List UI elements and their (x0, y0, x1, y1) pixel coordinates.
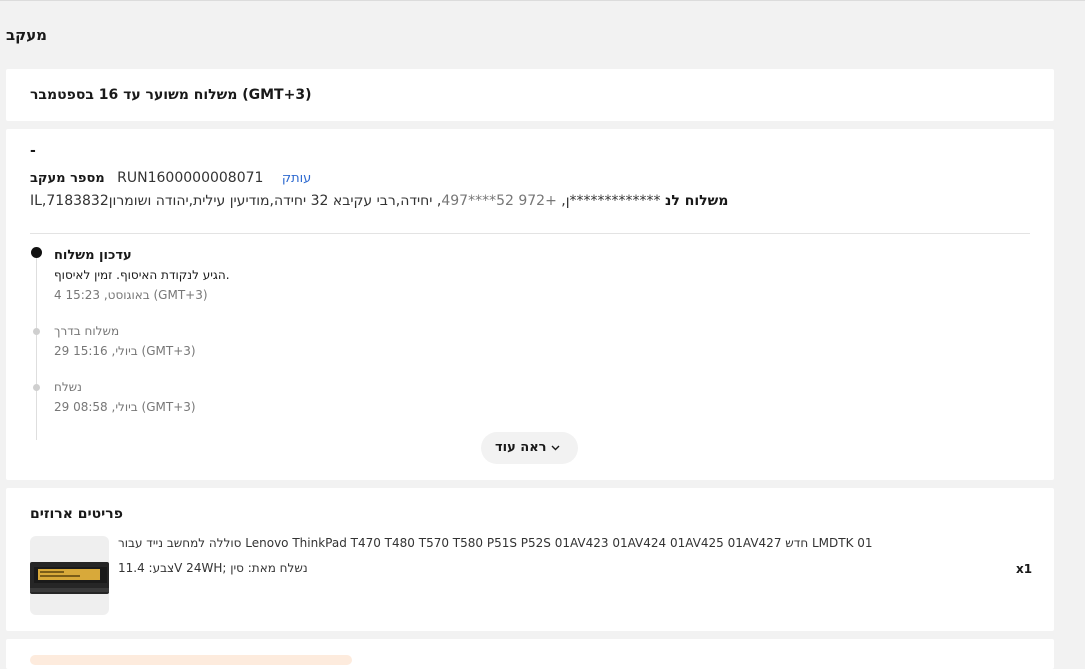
timeline-event-time: 29 ביולי, 08:58 (GMT+3) (54, 400, 196, 414)
packed-items-card: פריטים ארוזים סוללה למחשב נייד עבור Leno… (6, 488, 1054, 631)
recipient-address: יחידה,רבי עקיבא 32 יחידה,מודיעין עילית,י… (108, 193, 433, 209)
product-attributes: צבע: 11.4V 24WH; נשלח מאת: סין (118, 561, 308, 575)
product-quantity: x1 (1016, 562, 1033, 576)
eta-card: משלוח משוער עד 16 בספטמבר (GMT+3) (6, 69, 1054, 121)
notice-strip (30, 655, 352, 665)
timeline-event-time: 4 באוגוסט, 15:23 (GMT+3) (54, 288, 208, 302)
timeline-dot (33, 384, 40, 391)
timeline-dot (33, 328, 40, 335)
recipient-name: *************ן (565, 193, 661, 209)
next-card (6, 639, 1054, 669)
timeline-event-title: נשלח (54, 380, 82, 394)
tracking-card: - מספר מעקב RUN1600000008071 עותק IL,718… (6, 129, 1054, 480)
timeline-event-title: משלוח בדרך (54, 324, 120, 338)
timeline-event-time: 29 ביולי, 15:16 (GMT+3) (54, 344, 196, 358)
tracking-number-label: מספר מעקב (30, 171, 105, 186)
timeline-line (36, 253, 37, 440)
shipping-address-row: IL,7183832 משלוח לנ *************ן, +972 … (30, 193, 729, 209)
product-thumbnail[interactable] (30, 536, 109, 615)
see-more-label: ראה עוד (494, 440, 547, 455)
tracking-number-value: RUN1600000008071 (117, 170, 264, 186)
recipient-phone: +972 52****497 (441, 193, 557, 209)
battery-product-image (30, 562, 109, 594)
page-title: מעקב (6, 26, 48, 44)
timeline-event-desc: הגיע לנקודת האיסוף. זמין לאיסוף. (54, 268, 230, 282)
tracking-number-row: מספר מעקב RUN1600000008071 עותק (30, 170, 311, 186)
ship-to-label: משלוח לנ (665, 193, 729, 209)
carrier-name: - (30, 143, 36, 159)
divider (30, 233, 1030, 234)
chevron-down-icon (551, 445, 560, 450)
packed-items-title: פריטים ארוזים (30, 506, 123, 522)
timeline-dot-active (31, 247, 42, 258)
estimated-delivery: משלוח משוער עד 16 בספטמבר (GMT+3) (30, 87, 312, 103)
top-border (0, 0, 1085, 1)
copy-tracking-button[interactable]: עותק (282, 171, 311, 186)
address-postcode: IL,7183832 (30, 193, 109, 209)
see-more-button[interactable]: ראה עוד (481, 432, 578, 464)
product-name[interactable]: סוללה למחשב נייד עבור Lenovo ThinkPad T4… (118, 536, 873, 550)
timeline-event-title: עדכון משלוח (54, 248, 132, 263)
